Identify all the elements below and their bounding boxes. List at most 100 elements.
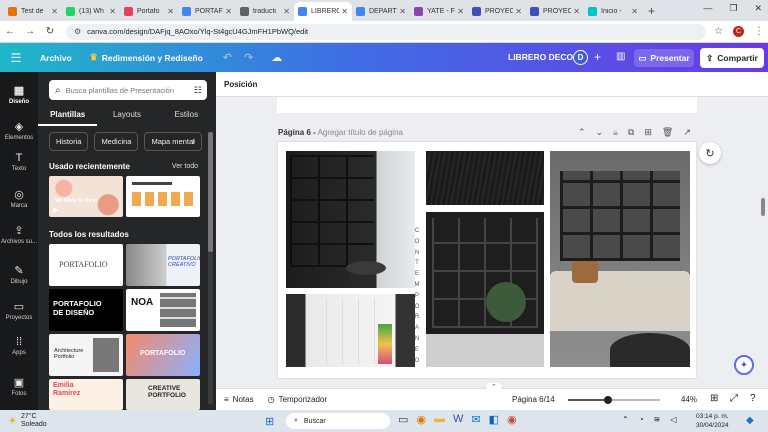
canvas-scroll-thumb[interactable] xyxy=(761,198,765,216)
rail-item[interactable]: ▣ Fotos xyxy=(0,376,38,397)
close-tab-icon[interactable]: ✕ xyxy=(283,7,290,16)
template-search-input[interactable]: ⌕ Busca plantillas de Presentación ☷ xyxy=(49,80,207,100)
page-counter[interactable]: Página 6/14 xyxy=(512,395,555,404)
design-page[interactable]: C O N T E M P O R A N E O xyxy=(278,142,696,378)
rail-item[interactable]: ▦ Diseño xyxy=(0,84,38,105)
panel-scroll-thumb[interactable] xyxy=(208,132,213,252)
browser-tab[interactable]: Portafo ✕ xyxy=(120,2,178,21)
close-tab-icon[interactable]: ✕ xyxy=(167,7,174,16)
tab-plantillas[interactable]: Plantillas xyxy=(38,106,98,126)
close-tab-icon[interactable]: ✕ xyxy=(341,7,348,16)
browser-tab[interactable]: LIBRERO ✕ xyxy=(294,2,352,21)
page-title-input[interactable]: Agregar título de página xyxy=(318,128,403,137)
site-info-icon[interactable]: ⚙ xyxy=(74,27,81,36)
fullscreen-icon[interactable]: ⤢ xyxy=(730,393,738,404)
close-window-icon[interactable]: ✕ xyxy=(754,3,762,14)
chevron-right-icon[interactable]: › xyxy=(192,136,195,146)
result-template-6[interactable]: PORTAFOLIO xyxy=(126,334,200,376)
share-button[interactable]: ⇪ Compartir xyxy=(700,48,764,68)
maximize-icon[interactable]: ❐ xyxy=(729,3,737,14)
result-template-7[interactable]: Emilia Ramírez xyxy=(49,379,123,410)
result-template-5[interactable]: Architecture Portfolio xyxy=(49,334,123,376)
bookmark-star-icon[interactable]: ☆ xyxy=(714,26,723,37)
task-view-icon[interactable]: ▭ xyxy=(398,413,408,426)
undo-icon[interactable]: ↶ xyxy=(223,51,232,64)
rail-item[interactable]: ◈ Elementos xyxy=(0,120,38,141)
show-pages-icon[interactable]: ⌃ xyxy=(487,383,501,391)
browser-tab[interactable]: Inicio - ✕ xyxy=(584,2,642,21)
close-tab-icon[interactable]: ✕ xyxy=(225,7,232,16)
rail-item[interactable]: ✎ Dibujo xyxy=(0,264,38,285)
close-tab-icon[interactable]: ✕ xyxy=(457,7,464,16)
outlook-icon[interactable]: ✉ xyxy=(471,413,480,426)
tab-estilos[interactable]: Estilos xyxy=(157,106,216,126)
lock-icon[interactable]: 🔒︎ xyxy=(613,127,618,138)
wifi-icon[interactable]: ≋ xyxy=(654,415,661,424)
clock[interactable]: 03:14 p. m. 30/04/2024 xyxy=(696,412,729,430)
notes-button[interactable]: Notas xyxy=(233,395,254,404)
result-template-4[interactable]: NOA xyxy=(126,289,200,331)
volume-icon[interactable]: ◁ xyxy=(670,415,676,424)
help-icon[interactable]: ? xyxy=(750,393,756,404)
close-tab-icon[interactable]: ✕ xyxy=(399,7,406,16)
recent-template-1[interactable]: We Work To Do In ▶ xyxy=(49,176,123,217)
browser-tab[interactable]: YATE - F ✕ xyxy=(410,2,468,21)
browser-tab[interactable]: PROYEC ✕ xyxy=(468,2,526,21)
result-template-8[interactable]: CREATIVE PORTFOLIO xyxy=(126,379,200,410)
rail-item[interactable]: ⇪ Archivos su... xyxy=(0,224,38,245)
rail-item[interactable]: T Texto xyxy=(0,152,38,172)
chrome-icon[interactable]: ◉ xyxy=(416,413,426,426)
close-tab-icon[interactable]: ✕ xyxy=(631,7,638,16)
insights-icon[interactable]: ▥ xyxy=(616,51,625,62)
add-collaborator-icon[interactable]: + xyxy=(594,50,601,64)
hamburger-menu-icon[interactable]: ☰ xyxy=(4,51,28,65)
result-template-1[interactable]: PORTAFOLIO xyxy=(49,244,123,286)
magic-assistant-icon[interactable]: ✦ xyxy=(734,355,754,375)
move-page-down-icon[interactable]: ⌄ xyxy=(596,127,604,138)
new-tab-icon[interactable]: + xyxy=(648,4,655,18)
minimize-icon[interactable]: — xyxy=(703,3,712,14)
shelving-photo-1[interactable] xyxy=(286,151,415,288)
browser-tab[interactable]: DEPART ✕ xyxy=(352,2,410,21)
store-icon[interactable]: ◧ xyxy=(489,413,499,426)
chip-historia[interactable]: Historia xyxy=(49,132,89,151)
timer-button[interactable]: Temporizador xyxy=(279,395,327,404)
taskbar-search[interactable]: ⌕ Buscar xyxy=(286,413,390,429)
add-page-icon[interactable]: ⊞ xyxy=(644,127,652,138)
browser-tab[interactable]: PORTAF ✕ xyxy=(178,2,236,21)
move-page-up-icon[interactable]: ⌃ xyxy=(578,127,586,138)
rail-item[interactable]: ⁞⁞ Apps xyxy=(0,336,38,356)
browser-tab[interactable]: Test de ✕ xyxy=(4,2,62,21)
result-template-3[interactable]: PORTAFOLIO DE DISEÑO xyxy=(49,289,123,331)
zoom-value[interactable]: 44% xyxy=(681,395,697,404)
copilot-icon[interactable]: ◆ xyxy=(746,415,754,426)
recent-template-2[interactable] xyxy=(126,176,200,217)
share-page-icon[interactable]: ↗ xyxy=(683,127,691,138)
profile-avatar[interactable]: C xyxy=(732,26,744,37)
weather-widget[interactable]: 27°C Soleado xyxy=(21,413,47,429)
resize-button[interactable]: ♛ Redimensión y Rediseño xyxy=(90,52,203,63)
back-icon[interactable]: ← xyxy=(0,26,20,37)
regenerate-icon[interactable]: ↻ xyxy=(699,142,721,164)
browser-tab[interactable]: traducti ✕ xyxy=(236,2,294,21)
file-menu[interactable]: Archivo xyxy=(40,53,72,63)
chrome-active-icon[interactable]: ◉ xyxy=(507,413,517,426)
forward-icon[interactable]: → xyxy=(20,26,40,37)
zoom-slider-knob[interactable] xyxy=(604,396,613,404)
close-tab-icon[interactable]: ✕ xyxy=(109,7,116,16)
browser-tab[interactable]: PROYEC ✕ xyxy=(526,2,584,21)
cabinet-photo[interactable] xyxy=(286,294,415,367)
filter-icon[interactable]: ☷ xyxy=(194,85,202,96)
design-name[interactable]: LIBRERO DECO xyxy=(508,52,573,62)
tab-layouts[interactable]: Layouts xyxy=(97,106,156,126)
vertical-text[interactable]: C O N T E M P O R A N E O xyxy=(414,226,420,366)
living-room-photo[interactable] xyxy=(550,151,690,367)
see-all-link[interactable]: Ver todo xyxy=(172,163,198,170)
collaborator-avatar[interactable]: D xyxy=(573,50,588,65)
file-explorer-icon[interactable]: ▬ xyxy=(434,413,445,426)
duplicate-page-icon[interactable]: ⧉ xyxy=(628,127,634,138)
browser-tab[interactable]: (13) Wh ✕ xyxy=(62,2,120,21)
chip-medicina[interactable]: Medicina xyxy=(94,132,139,151)
tray-overflow-icon[interactable]: ⌃ xyxy=(622,415,629,424)
delete-page-icon[interactable]: 🗑︎ xyxy=(662,127,673,138)
